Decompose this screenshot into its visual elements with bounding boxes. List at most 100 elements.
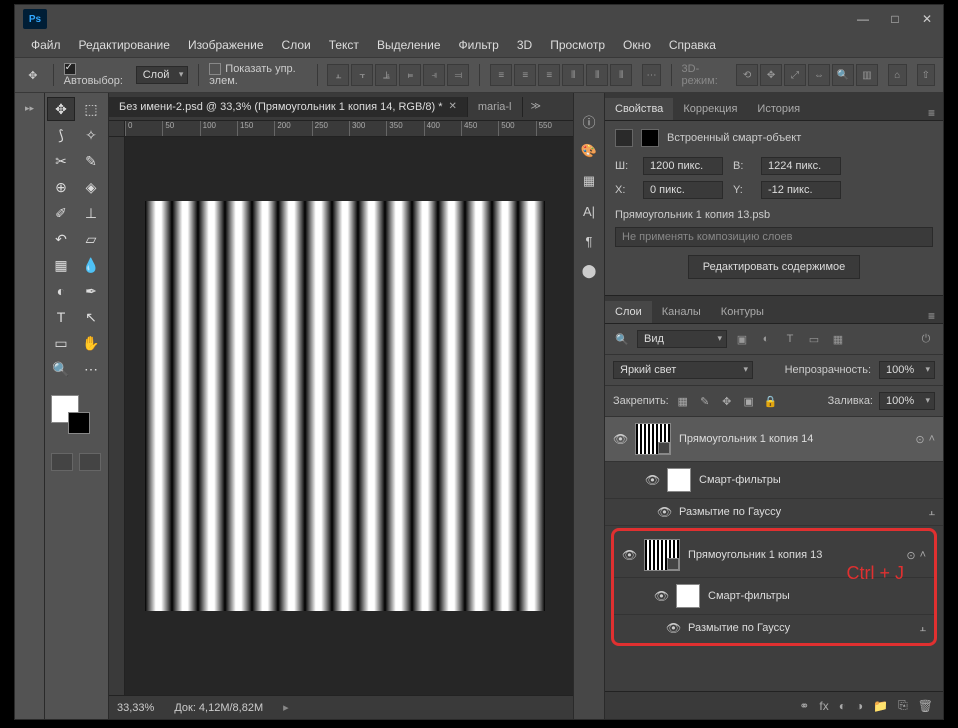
edit-contents-button[interactable]: Редактировать содержимое [688,255,861,279]
brush-tool[interactable]: ✐ [47,201,75,225]
color-panel-icon[interactable]: 🎨 [579,141,599,161]
expand-icon[interactable]: ▸▸ [15,93,44,123]
panel-menu-icon[interactable]: ≡ [920,309,943,323]
visibility-icon[interactable]: 👁 [657,505,671,519]
menu-select[interactable]: Выделение [369,36,449,54]
blend-mode-dropdown[interactable]: Яркий свет [613,361,753,379]
zoom-tool[interactable]: 🔍 [47,357,75,381]
pan-icon[interactable]: ✥ [760,64,782,86]
wand-tool[interactable]: ✧ [77,123,105,147]
dist-top-icon[interactable]: ≡ [490,64,512,86]
align-vcenter-icon[interactable]: ⫟ [351,64,373,86]
filter-shape-icon[interactable]: ▭ [805,330,823,348]
show-controls-checkbox[interactable] [209,63,221,75]
layer-name[interactable]: Прямоугольник 1 копия 13 [688,549,822,561]
stamp-tool[interactable]: ⊥ [77,201,105,225]
doc-size[interactable]: Док: 4,12M/8,82M [174,702,263,714]
swatches-panel-icon[interactable]: ▦ [579,171,599,191]
canvas[interactable] [145,201,545,611]
delete-layer-icon[interactable]: 🗑 [918,699,933,713]
tab-properties[interactable]: Свойства [605,98,673,120]
dist-right-icon[interactable]: ⦀ [610,64,632,86]
mask-icon[interactable]: ◐ [839,699,846,713]
screenmode-icon[interactable] [79,453,101,471]
document-tab-active[interactable]: Без имени-2.psd @ 33,3% (Прямоугольник 1… [109,97,468,117]
share-icon[interactable]: ⇧ [917,64,935,86]
menu-layer[interactable]: Слои [274,36,319,54]
fx-icon[interactable]: fx [819,699,828,713]
color-swatches[interactable] [47,391,106,427]
patch-tool[interactable]: ◈ [77,175,105,199]
filter-smart-icon[interactable]: ▦ [829,330,847,348]
opacity-value[interactable]: 100% [879,361,935,379]
lock-all-icon[interactable]: 🔒 [763,393,779,409]
filter-row[interactable]: 👁 Размытие по Гауссу ⫠ [605,499,943,526]
menu-window[interactable]: Окно [615,36,659,54]
filter-thumbnail[interactable] [667,468,691,492]
blur-tool[interactable]: 💧 [77,253,105,277]
search-icon[interactable]: 🔍 [613,330,631,348]
document-tab-inactive[interactable]: maria-l [468,97,523,117]
visibility-icon[interactable]: 👁 [654,589,668,603]
menu-filter[interactable]: Фильтр [451,36,507,54]
expand-icon[interactable]: ˄ [920,549,926,562]
menu-file[interactable]: Файл [23,36,69,54]
edit-toolbar[interactable]: ⋯ [77,357,105,381]
layer-comp-dropdown[interactable]: Не применять композицию слоев [615,227,933,247]
path-tool[interactable]: ↖ [77,305,105,329]
align-bottom-icon[interactable]: ⫡ [375,64,397,86]
dist-bottom-icon[interactable]: ≡ [538,64,560,86]
filter-type-icon[interactable]: T [781,330,799,348]
more-icon[interactable]: ⋯ [642,64,660,86]
slide-icon[interactable]: ⇔ [808,64,830,86]
align-top-icon[interactable]: ⫠ [327,64,349,86]
pen-tool[interactable]: ✒ [77,279,105,303]
lock-trans-icon[interactable]: ▦ [675,393,691,409]
y-value[interactable]: -12 пикс. [761,181,841,199]
eyedropper-tool[interactable]: ✎ [77,149,105,173]
foreground-swatch[interactable] [51,395,79,423]
new-layer-icon[interactable]: ⎘ [898,698,908,713]
visibility-icon[interactable]: 👁 [622,548,636,562]
tab-history[interactable]: История [747,98,810,120]
lock-artboard-icon[interactable]: ▣ [741,393,757,409]
minimize-button[interactable]: — [847,7,879,31]
x-value[interactable]: 0 пикс. [643,181,723,199]
home-icon[interactable]: ⌂ [888,64,906,86]
tab-layers[interactable]: Слои [605,301,652,323]
ruler-corner[interactable] [109,121,125,137]
dist-vcenter-icon[interactable]: ≡ [514,64,536,86]
eraser-tool[interactable]: ▱ [77,227,105,251]
styles-panel-icon[interactable]: ⬤ [579,261,599,281]
dolly-icon[interactable]: ⤢ [784,64,806,86]
dist-left-icon[interactable]: ⦀ [562,64,584,86]
filter-options-icon[interactable]: ⫠ [919,622,926,635]
persp-icon[interactable]: ▥ [856,64,878,86]
visibility-icon[interactable]: 👁 [666,621,680,635]
background-swatch[interactable] [68,412,90,434]
tab-paths[interactable]: Контуры [711,301,774,323]
filter-options-icon[interactable]: ⫠ [928,506,935,519]
close-button[interactable]: ✕ [911,7,943,31]
tab-adjustments[interactable]: Коррекция [673,98,747,120]
width-value[interactable]: 1200 пикс. [643,157,723,175]
group-icon[interactable]: 📁 [873,699,888,713]
menu-edit[interactable]: Редактирование [71,36,178,54]
dist-hcenter-icon[interactable]: ⦀ [586,64,608,86]
history-brush-tool[interactable]: ↶ [47,227,75,251]
height-value[interactable]: 1224 пикс. [761,157,841,175]
filter-thumbnail[interactable] [676,584,700,608]
gradient-tool[interactable]: ▦ [47,253,75,277]
tab-overflow-icon[interactable]: ≫ [523,101,549,112]
autoselect-target-dropdown[interactable]: Слой [136,66,189,84]
menu-image[interactable]: Изображение [180,36,272,54]
menu-type[interactable]: Текст [321,36,367,54]
tab-close-icon[interactable]: ✕ [449,101,457,112]
filter-toggle-icon[interactable]: ⏻ [917,330,935,348]
smart-filter-icon[interactable]: ⊙ [915,433,924,446]
lock-paint-icon[interactable]: ✎ [697,393,713,409]
adjustment-icon[interactable]: ◑ [856,699,863,713]
filter-adj-icon[interactable]: ◐ [757,330,775,348]
collapsed-toolbox[interactable]: ▸▸ [15,93,45,719]
layer-thumbnail[interactable] [635,423,671,455]
